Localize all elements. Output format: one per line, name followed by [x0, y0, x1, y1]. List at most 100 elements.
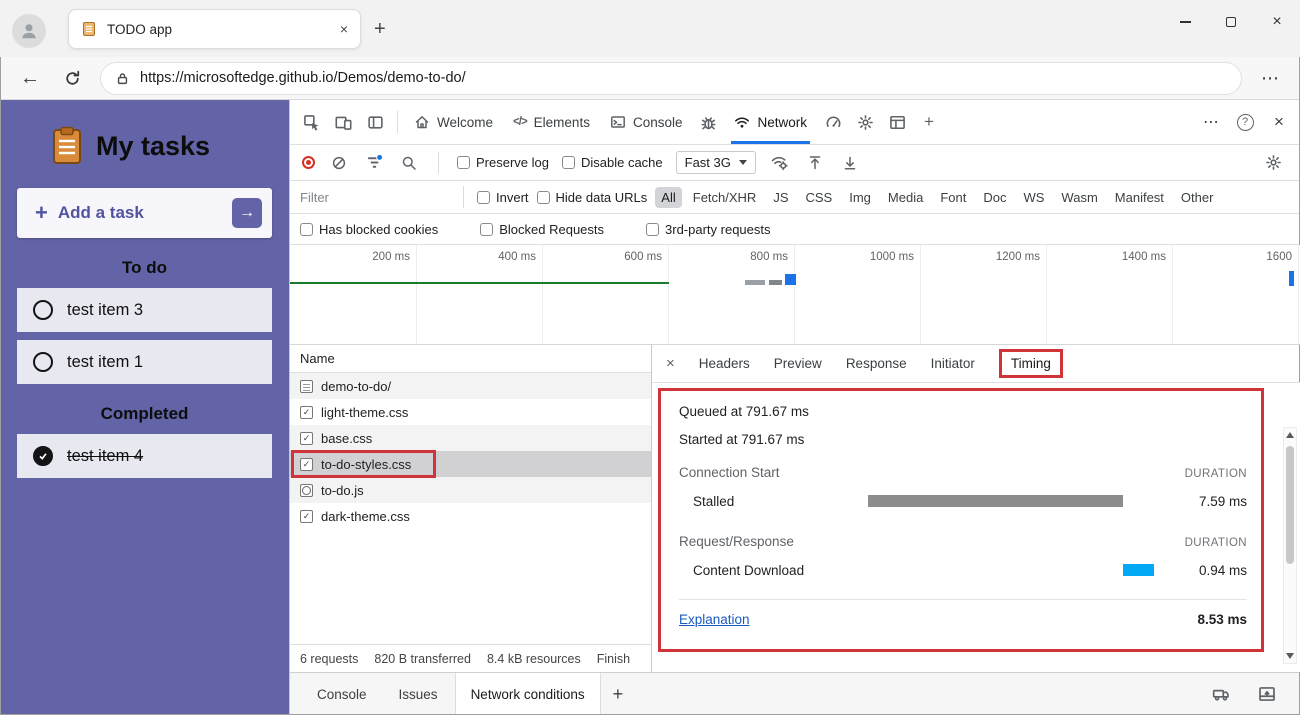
drawer-misc-button[interactable] — [1206, 679, 1236, 709]
profile-avatar[interactable] — [12, 14, 46, 48]
search-button[interactable] — [398, 152, 420, 174]
checkbox-icon[interactable] — [480, 222, 494, 236]
drawer-tab-issues[interactable]: Issues — [384, 673, 453, 715]
devtools-controls: ⋯ ? × — [1196, 107, 1294, 137]
clear-button[interactable] — [328, 152, 350, 174]
checkbox-checked-icon[interactable] — [33, 446, 53, 466]
add-task-submit-button[interactable]: → — [232, 198, 262, 228]
network-overview-timeline[interactable]: 200 ms 400 ms 600 ms 800 ms 1000 ms 1200… — [290, 245, 1300, 345]
table-row[interactable]: base.css — [290, 425, 651, 451]
scrollbar-thumb[interactable] — [1286, 446, 1294, 564]
tab-network[interactable]: Network — [725, 100, 816, 144]
filter-pill-manifest[interactable]: Manifest — [1109, 187, 1170, 208]
address-bar[interactable]: https://microsoftedge.github.io/Demos/de… — [100, 61, 1242, 95]
filter-pill-img[interactable]: Img — [843, 187, 877, 208]
expand-drawer-button[interactable] — [1252, 679, 1282, 709]
detail-close-button[interactable]: × — [666, 355, 675, 372]
todo-item[interactable]: test item 3 — [17, 288, 272, 332]
third-party-requests-checkbox[interactable]: 3rd-party requests — [646, 222, 771, 237]
back-button[interactable]: ← — [16, 64, 44, 92]
todo-item-completed[interactable]: test item 4 — [17, 434, 272, 478]
filter-pill-font[interactable]: Font — [934, 187, 972, 208]
tab-preview[interactable]: Preview — [774, 356, 822, 371]
hide-data-urls-checkbox[interactable]: Hide data URLs — [536, 190, 647, 205]
browser-tab[interactable]: TODO app × — [68, 9, 361, 49]
export-har-button[interactable] — [839, 152, 861, 174]
table-row[interactable]: dark-theme.css — [290, 503, 651, 529]
checkbox-icon[interactable] — [457, 156, 470, 169]
filter-toggle-button[interactable] — [363, 152, 385, 174]
filter-pill-ws[interactable]: WS — [1017, 187, 1050, 208]
checkbox-icon[interactable] — [561, 156, 575, 169]
scrollbar[interactable] — [1283, 427, 1297, 664]
application-button[interactable] — [850, 107, 880, 137]
throttling-select[interactable]: Fast 3G — [675, 151, 756, 174]
filter-pill-doc[interactable]: Doc — [977, 187, 1012, 208]
tab-elements[interactable]: </> Elements — [504, 100, 599, 144]
record-button[interactable] — [302, 156, 315, 169]
checkbox-circle-icon[interactable] — [33, 352, 53, 372]
tab-console[interactable]: Console — [601, 100, 692, 144]
devtools-menu-button[interactable]: ⋯ — [1196, 107, 1226, 137]
checkbox-icon[interactable] — [536, 190, 550, 204]
tab-close-button[interactable]: × — [340, 21, 348, 37]
device-emulation-button[interactable] — [328, 107, 358, 137]
filter-pill-wasm[interactable]: Wasm — [1055, 187, 1103, 208]
blocked-requests-checkbox[interactable]: Blocked Requests — [480, 222, 604, 237]
network-settings-button[interactable] — [1258, 148, 1288, 178]
filter-pill-js[interactable]: JS — [767, 187, 794, 208]
scroll-up-button[interactable] — [1284, 428, 1296, 442]
invert-checkbox[interactable]: Invert — [477, 190, 529, 205]
lock-icon — [117, 72, 128, 84]
devtools-close-button[interactable]: × — [1264, 107, 1294, 137]
todo-item[interactable]: test item 1 — [17, 340, 272, 384]
filter-pill-css[interactable]: CSS — [800, 187, 839, 208]
preserve-log-checkbox[interactable]: Preserve log — [457, 155, 549, 170]
table-row[interactable]: light-theme.css — [290, 399, 651, 425]
has-blocked-cookies-checkbox[interactable]: Has blocked cookies — [300, 222, 438, 237]
maximize-button[interactable] — [1208, 0, 1254, 44]
inspect-element-button[interactable] — [296, 107, 326, 137]
tab-initiator[interactable]: Initiator — [931, 356, 975, 371]
table-row[interactable]: to-do.js — [290, 477, 651, 503]
tab-response[interactable]: Response — [846, 356, 907, 371]
filter-input[interactable] — [300, 189, 450, 205]
refresh-button[interactable] — [58, 64, 86, 92]
disable-cache-checkbox[interactable]: Disable cache — [561, 155, 663, 170]
network-conditions-button[interactable] — [769, 152, 791, 174]
filter-pill-all[interactable]: All — [655, 186, 682, 208]
table-row[interactable]: demo-to-do/ — [290, 373, 651, 399]
drawer-more-tools-button[interactable]: + — [603, 684, 634, 705]
checkbox-icon[interactable] — [477, 190, 490, 204]
table-row-selected[interactable]: to-do-styles.css — [290, 450, 651, 478]
overview-right-marker — [1289, 271, 1294, 286]
tab-welcome-label: Welcome — [437, 114, 494, 130]
filter-pill-media[interactable]: Media — [882, 187, 929, 208]
import-har-button[interactable] — [804, 152, 826, 174]
window-close-button[interactable]: × — [1254, 0, 1300, 44]
name-column-header[interactable]: Name — [290, 345, 651, 373]
overview-waterfall-bar — [769, 280, 782, 285]
checkbox-icon[interactable] — [646, 222, 660, 236]
drawer-tab-network-conditions[interactable]: Network conditions — [454, 673, 601, 715]
filter-pill-fetchxhr[interactable]: Fetch/XHR — [687, 187, 763, 208]
performance-button[interactable] — [818, 107, 848, 137]
scroll-down-button[interactable] — [1284, 649, 1296, 663]
tab-headers[interactable]: Headers — [699, 356, 750, 371]
more-tabs-button[interactable]: + — [914, 107, 944, 137]
drawer-tab-console[interactable]: Console — [302, 673, 382, 715]
filter-pill-other[interactable]: Other — [1175, 187, 1220, 208]
browser-menu-button[interactable]: ⋯ — [1256, 64, 1284, 92]
checkbox-circle-icon[interactable] — [33, 300, 53, 320]
add-task-card[interactable]: + Add a task → — [17, 188, 272, 238]
debugger-button[interactable] — [693, 107, 723, 137]
activity-bar-button[interactable] — [360, 107, 390, 137]
minimize-button[interactable] — [1162, 0, 1208, 44]
tab-timing[interactable]: Timing — [998, 349, 1063, 378]
explanation-link[interactable]: Explanation — [679, 612, 750, 627]
checkbox-icon[interactable] — [300, 222, 313, 236]
devtools-help-button[interactable]: ? — [1230, 107, 1260, 137]
layout-button[interactable] — [882, 107, 912, 137]
tab-welcome[interactable]: Welcome — [405, 100, 502, 144]
new-tab-button[interactable]: + — [374, 18, 386, 41]
